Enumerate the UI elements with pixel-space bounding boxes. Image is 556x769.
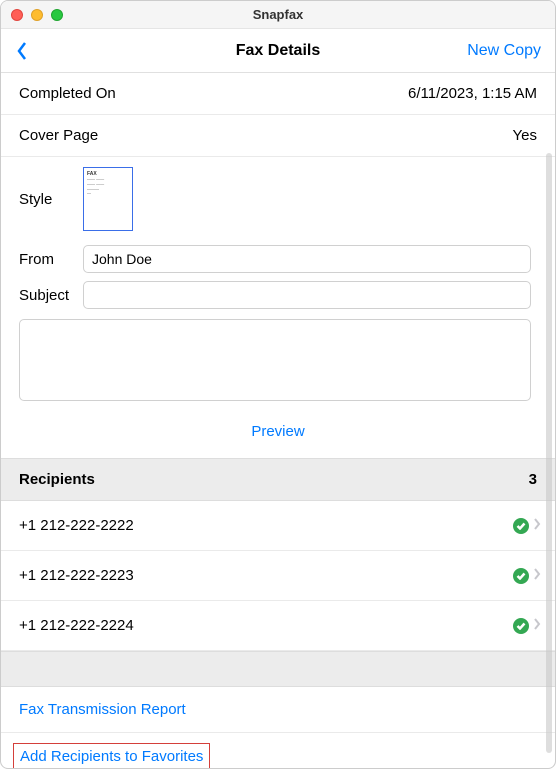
message-textarea[interactable] [19, 319, 531, 401]
add-favorites-row[interactable]: Add Recipients to Favorites [1, 733, 555, 768]
new-copy-button[interactable]: New Copy [467, 42, 541, 60]
scrollbar[interactable] [546, 153, 552, 753]
recipient-number: +1 212-222-2222 [19, 517, 513, 534]
from-row: From [1, 241, 555, 277]
cover-style-thumbnail[interactable]: FAX —— —— —— —— ——— — [83, 167, 133, 231]
chevron-left-icon [15, 40, 29, 62]
message-row [1, 313, 555, 411]
section-gap [1, 651, 555, 687]
style-label: Style [19, 191, 83, 208]
back-button[interactable] [15, 40, 29, 62]
status-success-icon [513, 618, 529, 634]
cover-page-value: Yes [513, 127, 537, 144]
style-row: Style FAX —— —— —— —— ——— — [1, 157, 555, 241]
nav-bar: Fax Details New Copy [1, 29, 555, 73]
minimize-window-button[interactable] [31, 9, 43, 21]
transmission-report-link[interactable]: Fax Transmission Report [19, 701, 186, 718]
chevron-right-icon [533, 617, 541, 634]
chevron-right-icon [533, 517, 541, 534]
subject-label: Subject [19, 287, 83, 304]
preview-link[interactable]: Preview [251, 423, 304, 440]
recipient-row[interactable]: +1 212-222-2224 [1, 601, 555, 651]
subject-row: Subject [1, 277, 555, 313]
status-success-icon [513, 568, 529, 584]
app-window: Snapfax Fax Details New Copy Completed O… [0, 0, 556, 769]
window-controls [11, 9, 63, 21]
recipients-count: 3 [529, 471, 537, 488]
completed-on-row: Completed On 6/11/2023, 1:15 AM [1, 73, 555, 115]
add-favorites-link[interactable]: Add Recipients to Favorites [13, 743, 210, 768]
completed-on-label: Completed On [19, 85, 408, 102]
window-title: Snapfax [1, 7, 555, 22]
recipients-label: Recipients [19, 471, 529, 488]
preview-row: Preview [1, 411, 555, 458]
completed-on-value: 6/11/2023, 1:15 AM [408, 85, 537, 102]
titlebar: Snapfax [1, 1, 555, 29]
transmission-report-row[interactable]: Fax Transmission Report [1, 687, 555, 733]
status-success-icon [513, 518, 529, 534]
from-label: From [19, 251, 83, 268]
recipient-number: +1 212-222-2223 [19, 567, 513, 584]
cover-page-row: Cover Page Yes [1, 115, 555, 157]
cover-page-label: Cover Page [19, 127, 513, 144]
chevron-right-icon [533, 567, 541, 584]
recipient-number: +1 212-222-2224 [19, 617, 513, 634]
content-area: Completed On 6/11/2023, 1:15 AM Cover Pa… [1, 73, 555, 768]
recipient-row[interactable]: +1 212-222-2223 [1, 551, 555, 601]
subject-input[interactable] [83, 281, 531, 309]
from-input[interactable] [83, 245, 531, 273]
zoom-window-button[interactable] [51, 9, 63, 21]
close-window-button[interactable] [11, 9, 23, 21]
recipient-row[interactable]: +1 212-222-2222 [1, 501, 555, 551]
recipients-header: Recipients 3 [1, 458, 555, 501]
